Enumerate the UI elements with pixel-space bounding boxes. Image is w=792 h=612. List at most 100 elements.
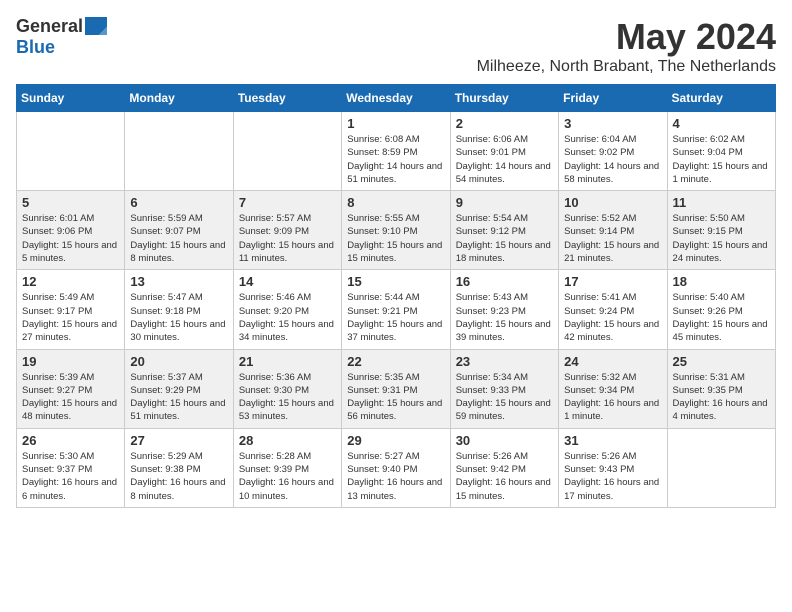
day-number: 26 — [22, 433, 119, 448]
location-title: Milheeze, North Brabant, The Netherlands — [477, 58, 776, 76]
calendar-cell: 15Sunrise: 5:44 AM Sunset: 9:21 PM Dayli… — [342, 270, 450, 349]
day-info: Sunrise: 5:26 AM Sunset: 9:42 PM Dayligh… — [456, 450, 553, 503]
calendar-cell: 28 Sunrise: 5:28 AM Sunset: 9:39 PM Dayli… — [233, 428, 341, 507]
day-number: 23 — [456, 354, 553, 369]
day-number: 24 — [564, 354, 661, 369]
day-info: Sunrise: 5:47 AM Sunset: 9:18 PM Dayligh… — [130, 291, 227, 344]
day-info: Sunrise: 5:55 AM Sunset: 9:10 PM Dayligh… — [347, 212, 444, 265]
day-info: Sunrise: 5:41 AM Sunset: 9:24 PM Dayligh… — [564, 291, 661, 344]
calendar-cell: 20 Sunrise: 5:37 AM Sunset: 9:29 PM Dayli… — [125, 349, 233, 428]
day-number: 6 — [130, 195, 227, 210]
day-info: Sunrise: 6:08 AM Sunset: 8:59 PM Dayligh… — [347, 133, 444, 186]
day-info: Sunrise: 5:31 AM Sunset: 9:35 PM Dayligh… — [673, 371, 770, 424]
day-number: 14 — [239, 274, 336, 289]
calendar-cell: 4 Sunrise: 6:02 AM Sunset: 9:04 PM Daylig… — [667, 112, 775, 191]
calendar-cell: 9Sunrise: 5:54 AM Sunset: 9:12 PM Daylig… — [450, 191, 558, 270]
calendar-cell: 17 Sunrise: 5:41 AM Sunset: 9:24 PM Dayli… — [559, 270, 667, 349]
calendar-cell — [17, 112, 125, 191]
calendar-cell: 10Sunrise: 5:52 AM Sunset: 9:14 PM Dayli… — [559, 191, 667, 270]
day-number: 29 — [347, 433, 444, 448]
calendar-cell: 22Sunrise: 5:35 AM Sunset: 9:31 PM Dayli… — [342, 349, 450, 428]
day-number: 27 — [130, 433, 227, 448]
calendar-week-1: 1 Sunrise: 6:08 AM Sunset: 8:59 PM Daylig… — [17, 112, 776, 191]
calendar-cell: 19Sunrise: 5:39 AM Sunset: 9:27 PM Dayli… — [17, 349, 125, 428]
calendar-cell: 16 Sunrise: 5:43 AM Sunset: 9:23 PM Dayli… — [450, 270, 558, 349]
calendar-week-4: 19Sunrise: 5:39 AM Sunset: 9:27 PM Dayli… — [17, 349, 776, 428]
day-number: 28 — [239, 433, 336, 448]
calendar-week-5: 26 Sunrise: 5:30 AM Sunset: 9:37 PM Dayli… — [17, 428, 776, 507]
day-number: 4 — [673, 116, 770, 131]
day-info: Sunrise: 5:30 AM Sunset: 9:37 PM Dayligh… — [22, 450, 119, 503]
calendar-cell: 3Sunrise: 6:04 AM Sunset: 9:02 PM Daylig… — [559, 112, 667, 191]
day-number: 17 — [564, 274, 661, 289]
header-tuesday: Tuesday — [233, 85, 341, 112]
calendar-cell: 18Sunrise: 5:40 AM Sunset: 9:26 PM Dayli… — [667, 270, 775, 349]
day-info: Sunrise: 6:02 AM Sunset: 9:04 PM Dayligh… — [673, 133, 770, 186]
day-info: Sunrise: 6:01 AM Sunset: 9:06 PM Dayligh… — [22, 212, 119, 265]
header-thursday: Thursday — [450, 85, 558, 112]
calendar-week-3: 12 Sunrise: 5:49 AM Sunset: 9:17 PM Dayli… — [17, 270, 776, 349]
calendar-cell: 29 Sunrise: 5:27 AM Sunset: 9:40 PM Dayli… — [342, 428, 450, 507]
header-saturday: Saturday — [667, 85, 775, 112]
logo-general-text: General — [16, 16, 83, 37]
calendar-header-row: SundayMondayTuesdayWednesdayThursdayFrid… — [17, 85, 776, 112]
day-info: Sunrise: 5:26 AM Sunset: 9:43 PM Dayligh… — [564, 450, 661, 503]
day-info: Sunrise: 5:49 AM Sunset: 9:17 PM Dayligh… — [22, 291, 119, 344]
calendar-cell: 7 Sunrise: 5:57 AM Sunset: 9:09 PM Daylig… — [233, 191, 341, 270]
calendar-cell: 25 Sunrise: 5:31 AM Sunset: 9:35 PM Dayli… — [667, 349, 775, 428]
calendar-cell — [125, 112, 233, 191]
day-info: Sunrise: 5:37 AM Sunset: 9:29 PM Dayligh… — [130, 371, 227, 424]
calendar-cell: 2 Sunrise: 6:06 AM Sunset: 9:01 PM Daylig… — [450, 112, 558, 191]
day-info: Sunrise: 5:28 AM Sunset: 9:39 PM Dayligh… — [239, 450, 336, 503]
day-info: Sunrise: 6:06 AM Sunset: 9:01 PM Dayligh… — [456, 133, 553, 186]
calendar-cell: 27Sunrise: 5:29 AM Sunset: 9:38 PM Dayli… — [125, 428, 233, 507]
calendar-cell: 30Sunrise: 5:26 AM Sunset: 9:42 PM Dayli… — [450, 428, 558, 507]
day-number: 2 — [456, 116, 553, 131]
day-number: 5 — [22, 195, 119, 210]
day-info: Sunrise: 5:57 AM Sunset: 9:09 PM Dayligh… — [239, 212, 336, 265]
day-number: 7 — [239, 195, 336, 210]
day-number: 12 — [22, 274, 119, 289]
day-info: Sunrise: 5:54 AM Sunset: 9:12 PM Dayligh… — [456, 212, 553, 265]
header-monday: Monday — [125, 85, 233, 112]
calendar-cell: 12 Sunrise: 5:49 AM Sunset: 9:17 PM Dayli… — [17, 270, 125, 349]
day-number: 11 — [673, 195, 770, 210]
day-info: Sunrise: 5:59 AM Sunset: 9:07 PM Dayligh… — [130, 212, 227, 265]
day-number: 16 — [456, 274, 553, 289]
day-info: Sunrise: 5:39 AM Sunset: 9:27 PM Dayligh… — [22, 371, 119, 424]
day-number: 22 — [347, 354, 444, 369]
calendar-cell: 14 Sunrise: 5:46 AM Sunset: 9:20 PM Dayli… — [233, 270, 341, 349]
day-number: 1 — [347, 116, 444, 131]
day-number: 21 — [239, 354, 336, 369]
day-number: 20 — [130, 354, 227, 369]
day-number: 15 — [347, 274, 444, 289]
day-number: 8 — [347, 195, 444, 210]
calendar-cell: 6 Sunrise: 5:59 AM Sunset: 9:07 PM Daylig… — [125, 191, 233, 270]
day-number: 10 — [564, 195, 661, 210]
day-info: Sunrise: 6:04 AM Sunset: 9:02 PM Dayligh… — [564, 133, 661, 186]
day-info: Sunrise: 5:50 AM Sunset: 9:15 PM Dayligh… — [673, 212, 770, 265]
calendar-cell: 8 Sunrise: 5:55 AM Sunset: 9:10 PM Daylig… — [342, 191, 450, 270]
calendar-cell: 24 Sunrise: 5:32 AM Sunset: 9:34 PM Dayli… — [559, 349, 667, 428]
day-info: Sunrise: 5:46 AM Sunset: 9:20 PM Dayligh… — [239, 291, 336, 344]
month-title: May 2024 — [477, 16, 776, 58]
day-info: Sunrise: 5:27 AM Sunset: 9:40 PM Dayligh… — [347, 450, 444, 503]
logo: General Blue — [16, 16, 107, 58]
day-info: Sunrise: 5:36 AM Sunset: 9:30 PM Dayligh… — [239, 371, 336, 424]
header-sunday: Sunday — [17, 85, 125, 112]
day-info: Sunrise: 5:34 AM Sunset: 9:33 PM Dayligh… — [456, 371, 553, 424]
day-number: 25 — [673, 354, 770, 369]
header-friday: Friday — [559, 85, 667, 112]
page-header: General Blue May 2024 Milheeze, North Br… — [16, 16, 776, 76]
day-info: Sunrise: 5:40 AM Sunset: 9:26 PM Dayligh… — [673, 291, 770, 344]
calendar-cell — [667, 428, 775, 507]
calendar-cell: 26 Sunrise: 5:30 AM Sunset: 9:37 PM Dayli… — [17, 428, 125, 507]
day-info: Sunrise: 5:32 AM Sunset: 9:34 PM Dayligh… — [564, 371, 661, 424]
calendar-cell: 1 Sunrise: 6:08 AM Sunset: 8:59 PM Daylig… — [342, 112, 450, 191]
calendar-table: SundayMondayTuesdayWednesdayThursdayFrid… — [16, 84, 776, 508]
calendar-cell: 11 Sunrise: 5:50 AM Sunset: 9:15 PM Dayli… — [667, 191, 775, 270]
calendar-cell: 5 Sunrise: 6:01 AM Sunset: 9:06 PM Daylig… — [17, 191, 125, 270]
logo-icon — [85, 17, 107, 35]
header-wednesday: Wednesday — [342, 85, 450, 112]
day-info: Sunrise: 5:43 AM Sunset: 9:23 PM Dayligh… — [456, 291, 553, 344]
